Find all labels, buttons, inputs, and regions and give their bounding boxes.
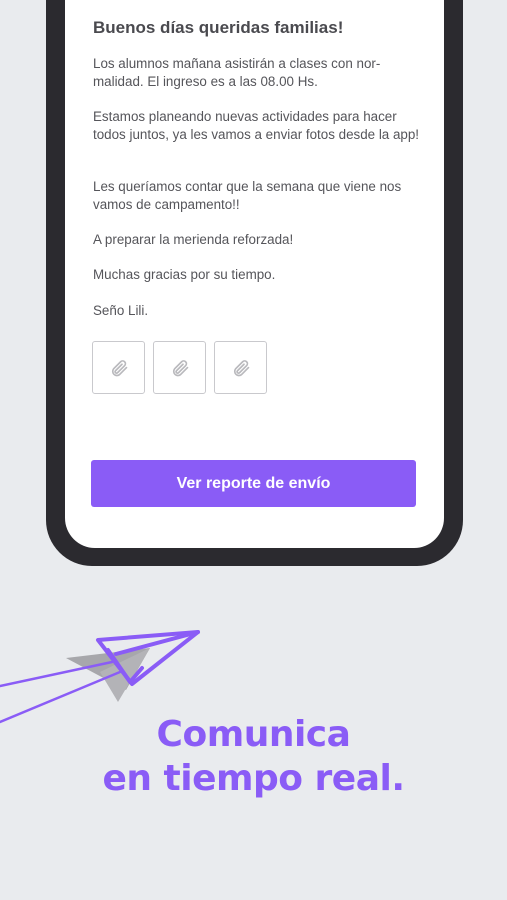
- headline-line-1: Comunica: [156, 714, 351, 755]
- paperclip-icon: [172, 359, 188, 376]
- paperclip-icon: [111, 359, 127, 376]
- paperclip-icon: [233, 359, 249, 376]
- message-paragraph: A preparar la merienda reforzada!: [93, 232, 294, 247]
- message-paragraph: Los alumnos mañana asistirán a clases co…: [93, 56, 381, 89]
- attachment-slot[interactable]: [92, 341, 145, 394]
- message-paragraph: Estamos planeando nuevas actividades par…: [93, 109, 420, 142]
- message-paragraph: Muchas gracias por su tiempo.: [93, 267, 276, 282]
- headline-line-2: en tiempo real.: [102, 758, 405, 799]
- view-report-button[interactable]: Ver reporte de envío: [91, 460, 416, 507]
- promo-screen: Buenos días queridas familias! Los alumn…: [0, 0, 507, 900]
- message-title: Buenos días queridas familias!: [93, 18, 344, 37]
- attachment-slot[interactable]: [214, 341, 267, 394]
- message-paragraph: Les queríamos contar que la semana que v…: [93, 179, 402, 212]
- message-signature: Seño Lili.: [93, 303, 149, 318]
- attachment-slot[interactable]: [153, 341, 206, 394]
- attachments-row: [92, 341, 267, 394]
